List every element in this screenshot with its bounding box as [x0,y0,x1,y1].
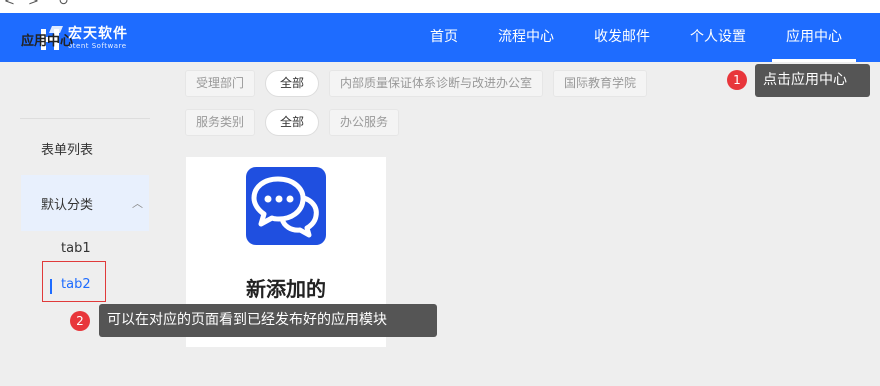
filter-service-office[interactable]: 办公服务 [329,109,400,136]
nav-process-center[interactable]: 流程中心 [498,13,554,62]
sidebar-divider [20,118,150,119]
chevron-up-icon: ︿ [132,197,143,210]
tooltip-step-1: 点击应用中心 [755,64,870,97]
filter-service-all[interactable]: 全部 [265,109,320,136]
nav-app-center[interactable]: 应用中心 [772,13,856,62]
filter-label-department: 受理部门 [185,70,256,97]
forward-icon[interactable]: > [28,0,39,9]
back-icon[interactable]: < [4,0,15,9]
sidebar-group-label: 默认分类 [41,198,94,213]
sidebar-title: 应用中心 [21,34,74,49]
filter-department-intl-education[interactable]: 国际教育学院 [553,70,648,97]
department-filter-row: 受理部门 全部 内部质量保证体系诊断与改进办公室 国际教育学院 [185,70,648,97]
nav-personal-settings[interactable]: 个人设置 [690,13,746,62]
filter-department-all[interactable]: 全部 [265,70,320,97]
step-badge-1: 1 [727,70,747,90]
browser-address-strip: < > ↻ [0,0,880,13]
chat-bubbles-icon [246,167,326,245]
top-navigation-bar: 宏天软件 otent Software 首页 流程中心 收发邮件 个人设置 应用… [0,13,880,62]
app-name: 新添加的 [246,277,326,301]
nav-mail[interactable]: 收发邮件 [594,13,650,62]
nav-home[interactable]: 首页 [430,13,458,62]
service-filter-row: 服务类别 全部 办公服务 [185,109,400,136]
refresh-icon[interactable]: ↻ [58,0,69,9]
logo-subtitle: otent Software [68,42,127,50]
filter-department-quality-office[interactable]: 内部质量保证体系诊断与改进办公室 [329,70,544,97]
sidebar-subitem-tab1[interactable]: tab1 [61,241,91,256]
highlight-box [42,261,106,302]
tooltip-step-2: 可以在对应的页面看到已经发布好的应用模块 [99,304,437,337]
filter-label-service-type: 服务类别 [185,109,256,136]
logo-title: 宏天软件 [68,26,128,42]
step-badge-2: 2 [70,311,90,331]
sidebar-group-default-category[interactable]: 默认分类 ︿ [21,175,149,231]
sidebar-item-form-list[interactable]: 表单列表 [41,139,93,158]
